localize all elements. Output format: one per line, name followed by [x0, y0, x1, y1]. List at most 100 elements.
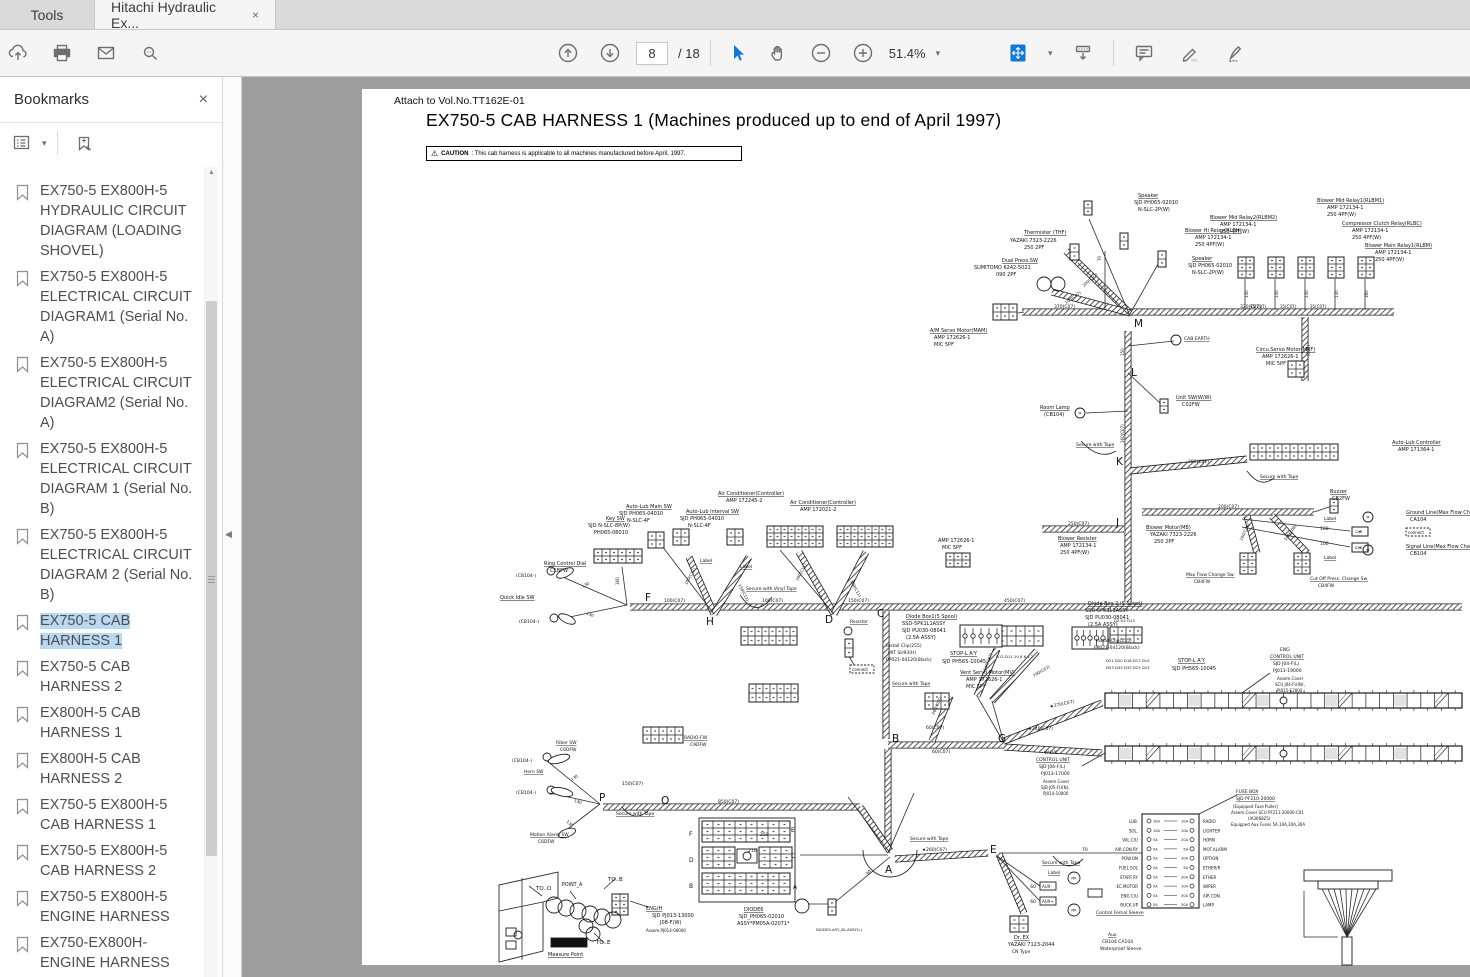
svg-text:L: L [1131, 367, 1137, 379]
email-icon [97, 46, 115, 60]
highlight-button[interactable] [1174, 36, 1206, 70]
fit-page-caret-icon[interactable]: ▾ [1048, 48, 1053, 59]
svg-text:K: K [1116, 456, 1124, 468]
bookmark-icon [16, 890, 29, 907]
bookmark-item[interactable]: EX800H-5 CAB HARNESS 2 [0, 749, 202, 789]
svg-text:Diode Box 2 (5 Spool): Diode Box 2 (5 Spool) [1088, 601, 1142, 607]
svg-text:AMP 171364-1: AMP 171364-1 [1398, 447, 1434, 453]
svg-text:★270(C07): ★270(C07) [1049, 699, 1075, 710]
svg-text:G: G [998, 733, 1006, 745]
svg-text:30A: 30A [1181, 857, 1188, 861]
bookmark-item[interactable]: EX750-5 EX800H-5 CAB HARNESS 2 [0, 841, 202, 881]
bookmark-item[interactable]: EX750-5 CAB HARNESS 1 [0, 611, 202, 651]
svg-text:AMP 172626-1: AMP 172626-1 [966, 677, 1002, 683]
hand-tool-button[interactable] [763, 36, 795, 70]
svg-text:(Equipped Fuse Puller): (Equipped Fuse Puller) [1233, 804, 1278, 809]
bookmark-item[interactable]: EX750-5 CAB HARNESS 2 [0, 657, 202, 697]
page-up-button[interactable] [552, 36, 584, 70]
svg-text:250 4PF(W): 250 4PF(W) [1060, 550, 1089, 556]
svg-text:LIGHTER: LIGHTER [1203, 828, 1220, 833]
scroll-up-icon[interactable]: ▲ [205, 169, 218, 176]
email-button[interactable] [90, 36, 122, 70]
bookmark-label: EX750-5 CAB HARNESS 2 [40, 659, 131, 695]
svg-text:YAZAKI 7123-2044: YAZAKI 7123-2044 [1007, 942, 1055, 948]
share-button[interactable] [2, 36, 34, 70]
new-bookmark-button[interactable] [68, 126, 100, 160]
page-down-icon [600, 43, 620, 63]
bookmarks-scrollbar[interactable]: ▲ [204, 167, 218, 977]
svg-text:130: 130 [586, 610, 595, 618]
svg-text:O: O [661, 795, 669, 807]
tab-bar: Tools Hitachi Hydraulic Ex... × [0, 0, 1470, 31]
page-number-input[interactable]: 8 [636, 41, 668, 65]
svg-text:Cut Off Press. Change Sw.: Cut Off Press. Change Sw. [1310, 576, 1368, 582]
bookmark-icon [16, 936, 29, 953]
svg-text:D3 D2 D13: D3 D2 D13 [1114, 618, 1135, 623]
svg-text:5A: 5A [1183, 866, 1188, 870]
select-tool-button[interactable] [721, 36, 753, 70]
svg-text:320(C07): 320(C07) [1240, 304, 1261, 310]
bookmark-item[interactable]: EX750-5 EX800H-5 ENGINE HARNESS [0, 887, 202, 927]
svg-text:MIC 5PF: MIC 5PF [934, 342, 954, 348]
svg-text:Label: Label [1324, 516, 1336, 522]
svg-text:MR: MR [1071, 908, 1077, 912]
bookmark-item[interactable]: EX750-5 EX800H-5 CAB HARNESS 1 [0, 795, 202, 835]
svg-text:H: H [706, 616, 714, 628]
bookmark-item[interactable]: EX750-5 EX800H-5 ELECTRICAL CIRCUIT DIAG… [0, 525, 202, 605]
fit-page-button[interactable] [1002, 36, 1034, 70]
svg-text:Unit SW(W/W): Unit SW(W/W) [1176, 395, 1211, 401]
svg-text:SSD-5PK1L1ASSY: SSD-5PK1L1ASSY [1085, 608, 1129, 614]
svg-text:250 2PF: 250 2PF [1154, 539, 1174, 545]
bookmark-item[interactable]: EX800H-5 CAB HARNESS 1 [0, 703, 202, 743]
bookmark-options-button[interactable] [6, 126, 38, 160]
svg-text:Secure with Tape: Secure with Tape [910, 836, 948, 842]
svg-text:DIODE5.ASY_BL.ASSY(L): DIODE5.ASY_BL.ASSY(L) [816, 927, 862, 932]
svg-text:Ground Line(Max Flow Change): Ground Line(Max Flow Change) [1406, 510, 1470, 516]
bookmark-item[interactable]: EX750-5 EX800H-5 HYDRAULIC CIRCUIT DIAGR… [0, 181, 202, 261]
svg-text:ENG.C/U: ENG.C/U [1121, 893, 1138, 898]
tab-close-icon[interactable]: × [252, 8, 259, 22]
svg-text:10A: 10A [1181, 885, 1188, 889]
svg-text:35(C07): 35(C07) [1280, 304, 1297, 309]
zoom-in-button[interactable] [847, 36, 879, 70]
comment-button[interactable] [1128, 36, 1160, 70]
hand-icon [770, 45, 782, 61]
svg-text:150: 150 [1120, 348, 1125, 356]
print-button[interactable] [46, 36, 78, 70]
svg-text:5A: 5A [1153, 885, 1158, 889]
svg-text:M: M [1079, 411, 1082, 415]
bookmark-item[interactable]: EX750-5 EX800H-5 ELECTRICAL CIRCUIT DIAG… [0, 439, 202, 519]
svg-text:SJD PH565-10045: SJD PH565-10045 [1172, 666, 1216, 672]
bookmark-icon [16, 184, 29, 201]
svg-text:130: 130 [581, 580, 591, 588]
svg-text:Label: Label [1324, 555, 1336, 561]
svg-text:C: C [791, 853, 795, 860]
svg-text:5A: 5A [1153, 857, 1158, 861]
bookmark-icon [16, 798, 29, 815]
bookmark-item[interactable]: EX750-5 EX800H-5 ELECTRICAL CIRCUIT DIAG… [0, 267, 202, 347]
bookmark-options-caret-icon[interactable]: ▾ [42, 138, 47, 149]
zoom-caret-icon[interactable]: ▾ [936, 48, 941, 59]
svg-text:M: M [1134, 318, 1143, 330]
bookmark-label: EX750-5 CAB HARNESS 1 [40, 613, 131, 649]
svg-text:Thermister (THF): Thermister (THF) [1023, 230, 1066, 236]
svg-text:POW.ON: POW.ON [1122, 856, 1138, 861]
zoom-out-button[interactable] [805, 36, 837, 70]
sign-button[interactable] [1220, 36, 1252, 70]
scroll-mode-button[interactable] [1067, 36, 1099, 70]
collapse-panel-icon[interactable]: ◀ [225, 529, 232, 540]
scrollbar-thumb[interactable] [206, 301, 217, 856]
search-button[interactable] [134, 36, 166, 70]
tab-document-label: Hitachi Hydraulic Ex... [111, 0, 217, 31]
svg-text:connect: connect [1408, 530, 1424, 535]
zoom-level-value[interactable]: 51.4% [889, 46, 926, 61]
tab-document[interactable]: Hitachi Hydraulic Ex... × [95, 0, 276, 31]
svg-text:★240(C07): ★240(C07) [1028, 726, 1053, 732]
bookmark-item[interactable]: EX750-EX800H-ENGINE HARNESS [0, 933, 202, 973]
tab-tools[interactable]: Tools [0, 0, 95, 29]
bookmarks-close-icon[interactable]: × [199, 91, 208, 109]
bookmark-item[interactable]: EX750-5 EX800H-5 ELECTRICAL CIRCUIT DIAG… [0, 353, 202, 433]
svg-text:MR: MR [1071, 876, 1077, 880]
page-down-button[interactable] [594, 36, 626, 70]
svg-text:PJ013-19000: PJ013-19000 [1273, 668, 1302, 674]
